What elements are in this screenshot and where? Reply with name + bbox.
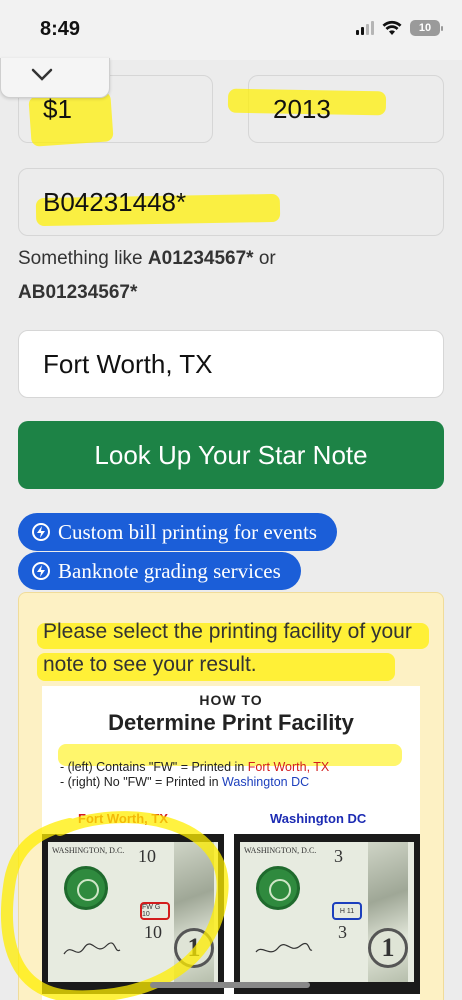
- cellular-signal-icon: [356, 21, 374, 35]
- hint-or: or: [253, 248, 276, 269]
- serial-number-value: B04231448*: [43, 186, 187, 217]
- dc-code-box: H 11: [332, 902, 362, 920]
- location-field[interactable]: Fort Worth, TX: [18, 330, 444, 398]
- guide-line-dc-text: - (right) No "FW" = Printed in: [60, 775, 223, 789]
- location-value: Fort Worth, TX: [43, 348, 213, 379]
- lightning-circle-icon: [32, 562, 50, 580]
- serial-hint: Something like A01234567* or AB01234567*: [18, 242, 438, 310]
- denomination-value: $1: [43, 93, 72, 124]
- result-message: Please select the printing facility of y…: [43, 620, 412, 676]
- guide-line-fw: - (left) Contains "FW" = Printed in Fort…: [60, 760, 329, 774]
- hint-prefix: Something like: [18, 248, 148, 269]
- guide-line-dc: - (right) No "FW" = Printed in Washingto…: [60, 775, 309, 789]
- battery-icon: 10: [410, 20, 443, 36]
- washington-dc-bill: WASHINGTON, D.C. 3 H 11 3 1: [234, 834, 420, 994]
- bill-number-bottom: 3: [338, 922, 347, 942]
- right-bill-label: Washington DC: [270, 811, 367, 826]
- lightning-circle-icon: [32, 523, 50, 541]
- lookup-button[interactable]: Look Up Your Star Note: [18, 421, 444, 489]
- treasury-seal-icon: [256, 866, 300, 910]
- collapse-tab[interactable]: [0, 58, 110, 98]
- custom-printing-link[interactable]: Custom bill printing for events: [18, 513, 337, 551]
- guide-line-fw-text: - (left) Contains "FW" = Printed in: [60, 760, 248, 774]
- chevron-down-icon: [31, 68, 53, 81]
- signature-icon: [255, 942, 313, 953]
- status-bar: 8:49 10: [0, 0, 462, 60]
- wifi-icon: [382, 20, 402, 35]
- hint-example-1: A01234567*: [147, 248, 254, 269]
- bill-number-top: 3: [334, 846, 343, 866]
- bill-image: WASHINGTON, D.C. 3 H 11 3 1: [240, 842, 414, 982]
- series-year-value: 2013: [273, 93, 331, 124]
- guide-line-fw-place: Fort Worth, TX: [247, 760, 330, 774]
- grading-services-label: Banknote grading services: [58, 558, 281, 583]
- highlight-circle: [1, 811, 229, 1000]
- guide-title: Determine Print Facility: [108, 710, 354, 735]
- guide-line-dc-place: Washington DC: [222, 775, 310, 789]
- home-indicator: [150, 982, 310, 988]
- guide-how-to: HOW TO: [199, 692, 263, 708]
- grading-services-link[interactable]: Banknote grading services: [18, 552, 301, 590]
- bill-header: WASHINGTON, D.C.: [244, 846, 317, 855]
- custom-printing-label: Custom bill printing for events: [58, 519, 317, 544]
- bill-corner-one: 1: [368, 928, 408, 968]
- status-icons: 10: [356, 20, 443, 36]
- status-time: 8:49: [40, 18, 81, 40]
- hint-example-2: AB01234567*: [18, 282, 138, 303]
